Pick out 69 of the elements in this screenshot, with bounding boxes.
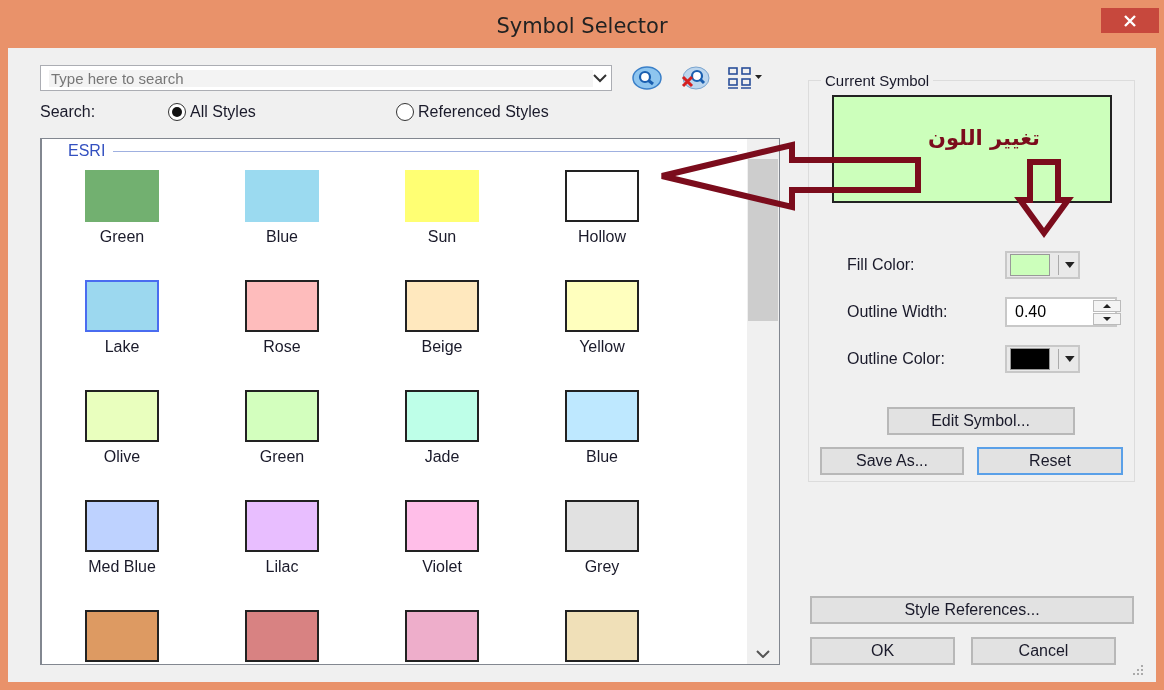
symbol-label: Hollow xyxy=(578,228,626,246)
symbol-swatch[interactable] xyxy=(565,390,639,442)
symbol-label: Green xyxy=(259,448,305,466)
edit-symbol-button[interactable]: Edit Symbol... xyxy=(886,407,1075,435)
dropdown-caret-icon xyxy=(1065,262,1075,268)
symbol-swatch[interactable] xyxy=(565,170,639,222)
symbol-label: Beige xyxy=(421,338,463,356)
close-button[interactable] xyxy=(1101,8,1159,33)
property-label: Outline Width: xyxy=(847,303,949,321)
window-title: Symbol Selector xyxy=(496,14,668,38)
symbol-label: Rose xyxy=(263,338,301,356)
spin-up-icon[interactable] xyxy=(1093,299,1121,312)
dialog-button[interactable]: Save As... xyxy=(820,447,964,475)
view-options-button[interactable] xyxy=(728,67,762,89)
grid-view-icon xyxy=(728,67,762,89)
symbol-swatch[interactable] xyxy=(565,500,639,552)
symbol-swatch[interactable] xyxy=(85,390,159,442)
dialog-button[interactable]: Reset xyxy=(977,447,1123,475)
group-title: Current Symbol xyxy=(824,72,931,89)
symbol-swatch[interactable] xyxy=(245,390,319,442)
symbol-label: Violet xyxy=(422,558,462,576)
chevron-down-icon xyxy=(593,73,607,83)
style-references-button[interactable]: Style References... xyxy=(810,596,1134,624)
symbol-swatch[interactable] xyxy=(405,280,479,332)
scope-radio[interactable]: Referenced Styles xyxy=(396,103,636,121)
scope-radio[interactable]: All Styles xyxy=(168,103,396,121)
outline-width-input[interactable]: 0.40 xyxy=(1007,303,1093,321)
symbol-swatch[interactable] xyxy=(85,170,159,222)
symbol-swatch[interactable] xyxy=(245,500,319,552)
symbol-swatch[interactable] xyxy=(565,280,639,332)
search-combo-field[interactable]: Type here to search xyxy=(40,65,612,91)
symbol-swatch[interactable] xyxy=(245,610,319,662)
dropdown-caret-icon xyxy=(1065,356,1075,362)
symbol-swatch[interactable] xyxy=(405,390,479,442)
search-icon xyxy=(632,66,662,90)
symbol-label: Jade xyxy=(424,448,460,466)
group-heading: ESRI xyxy=(68,142,106,160)
symbol-swatch[interactable] xyxy=(565,610,639,662)
spin-down-icon[interactable] xyxy=(1093,312,1121,325)
symbol-swatch[interactable] xyxy=(245,280,319,332)
close-icon xyxy=(1124,14,1136,27)
symbol-label: Blue xyxy=(266,228,298,246)
symbol-label: Lake xyxy=(104,338,140,356)
symbol-label: Lilac xyxy=(265,558,299,576)
scrollbar[interactable] xyxy=(747,139,779,664)
color-picker-button[interactable] xyxy=(1005,345,1080,373)
property-label: Fill Color: xyxy=(847,256,916,274)
dialog-button[interactable]: Cancel xyxy=(971,637,1116,665)
symbol-swatch[interactable] xyxy=(85,280,159,332)
symbol-label: Med Blue xyxy=(88,558,156,576)
symbol-label: Green xyxy=(99,228,145,246)
resize-grip-icon[interactable] xyxy=(1132,664,1144,676)
property-label: Outline Color: xyxy=(847,350,946,368)
dialog-button[interactable]: OK xyxy=(810,637,955,665)
symbol-swatch[interactable] xyxy=(405,500,479,552)
symbol-label: Grey xyxy=(584,558,620,576)
search-label: Search: xyxy=(40,103,97,121)
symbol-label: Olive xyxy=(103,448,141,466)
search-button[interactable] xyxy=(632,66,662,90)
symbol-label: Sun xyxy=(427,228,457,246)
annotation-text: تغيير اللون xyxy=(928,126,1040,150)
color-picker-button[interactable] xyxy=(1005,251,1080,279)
symbol-swatch[interactable] xyxy=(405,610,479,662)
symbol-label: Blue xyxy=(586,448,618,466)
symbol-label: Yellow xyxy=(579,338,625,356)
scroll-down-icon[interactable] xyxy=(756,650,770,658)
symbol-swatch[interactable] xyxy=(85,610,159,662)
scrollbar-thumb[interactable] xyxy=(748,159,778,321)
symbol-swatch[interactable] xyxy=(85,500,159,552)
